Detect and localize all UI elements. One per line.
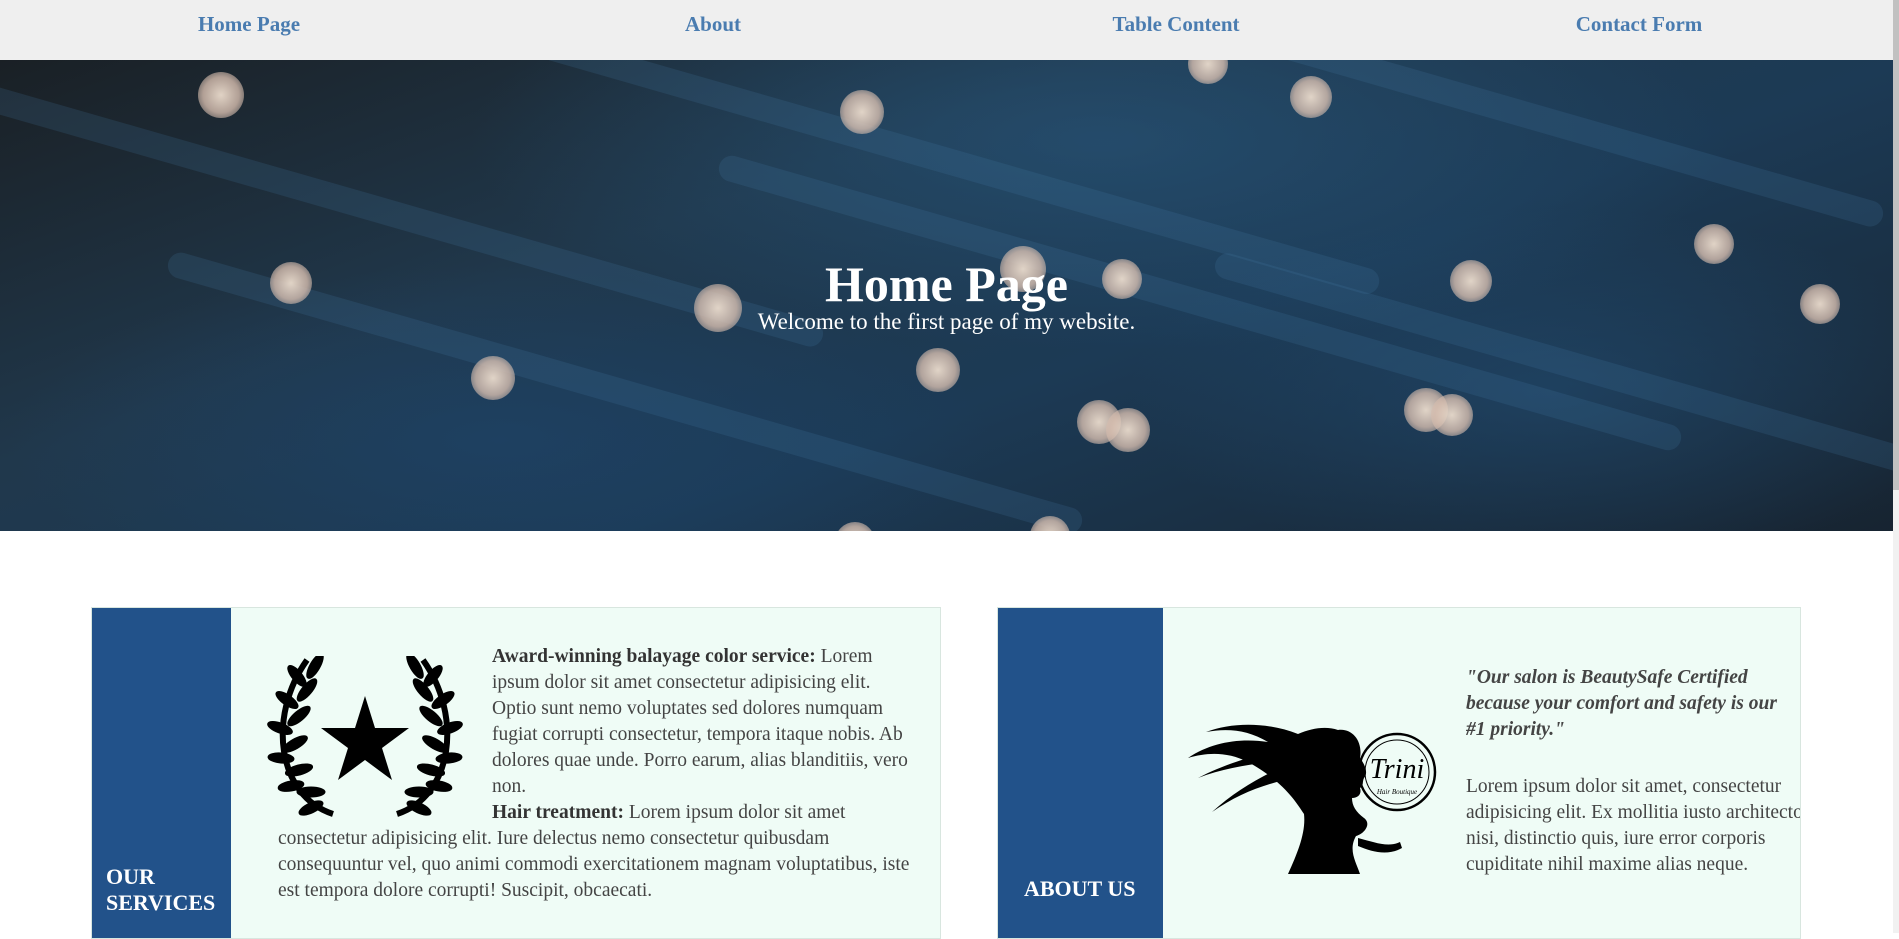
about-text: Lorem ipsum dolor sit amet, consectetur … — [1466, 776, 1801, 875]
top-nav: Home Page About Table Content Contact Fo… — [0, 0, 1893, 60]
about-quote: "Our salon is BeautySafe Certified becau… — [1466, 667, 1777, 740]
nav-link-home[interactable]: Home Page — [99, 12, 399, 37]
hero-title: Home Page — [825, 256, 1068, 312]
services-accent-bar: OUR SERVICES — [92, 608, 231, 938]
nav-link-table-content[interactable]: Table Content — [1026, 12, 1326, 37]
nav-link-contact-form[interactable]: Contact Form — [1489, 12, 1789, 37]
service-desc-balayage: Lorem ipsum dolor sit amet consectetur a… — [492, 646, 908, 797]
service-title-balayage: Award-winning balayage color service: — [492, 646, 816, 667]
services-text: Award-winning balayage color service: Lo… — [278, 644, 918, 904]
services-card: OUR SERVICES Award-winning balayage colo… — [91, 607, 941, 939]
hero-subtitle: Welcome to the first page of my website. — [757, 309, 1136, 334]
hero-banner: Home Page Welcome to the first page of m… — [0, 60, 1893, 531]
service-title-hair-treatment: Hair treatment: — [492, 802, 624, 823]
about-accent-bar: ABOUT US — [998, 608, 1163, 938]
scrollbar-thumb[interactable] — [1893, 0, 1899, 490]
services-label: OUR SERVICES — [106, 864, 216, 915]
about-label: ABOUT US — [1024, 876, 1136, 901]
page-scrollbar[interactable] — [1893, 0, 1899, 933]
nav-link-about[interactable]: About — [563, 12, 863, 37]
about-card: ABOUT US Trini Hair Boutique "Our salon … — [997, 607, 1801, 939]
